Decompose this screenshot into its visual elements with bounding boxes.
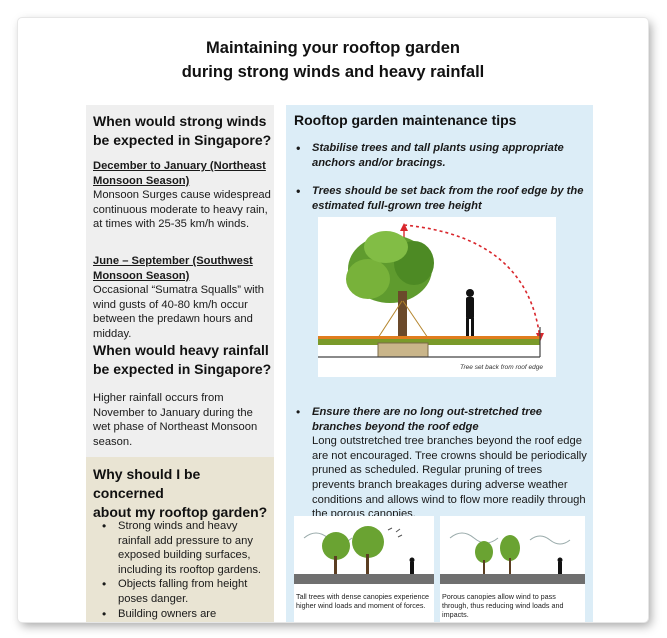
rain-heading-line-1: When would heavy rainfall [93,342,269,358]
tips-list-top: Stabilise trees and tall plants using ap… [292,141,587,213]
rain-heading: When would heavy rainfall be expected in… [93,341,273,379]
concern-panel: Why should I be concerned about my rooft… [86,457,274,622]
rain-text: Higher rainfall occurs from November to … [93,392,258,448]
wind-swirl-icon [449,532,499,544]
maintenance-tips-panel: Rooftop garden maintenance tips Stabilis… [286,105,593,622]
tree-trunk [366,554,369,574]
concern-item: Objects falling from height poses danger… [98,577,266,606]
tip-branches-text: Long outstretched tree branches beyond t… [312,435,587,521]
tree-trunk [483,560,485,574]
concern-item: Building owners are responsible [98,607,266,622]
tips-heading: Rooftop garden maintenance tips [294,112,517,128]
ne-monsoon-text: Monsoon Surges cause widespread continuo… [93,189,271,231]
concern-list: Strong winds and heavy rainfall add pres… [98,519,266,622]
concern-item: Strong winds and heavy rainfall add pres… [98,519,266,577]
green-roof-layer [318,339,540,345]
winds-heading: When would strong winds be expected in S… [93,112,273,150]
tree-canopy [500,535,520,561]
ne-monsoon-label-line-2: Monsoon Season) [93,174,190,187]
sw-monsoon-label-line-2: Monsoon Season) [93,269,190,282]
porous-canopy-diagram: Porous canopies allow wind to pass throu… [440,516,585,622]
sw-monsoon-block: June – September (Southwest Monsoon Seas… [93,254,273,342]
winds-heading-line-1: When would strong winds [93,113,267,129]
ne-monsoon-label-line-1: December to January (Northeast [93,160,266,172]
guy-wire-right [402,300,431,342]
root-ball [377,342,429,358]
tree-trunk [398,291,407,339]
tips-list-bottom: Ensure there are no long out-stretched t… [292,405,587,522]
tree-canopy [352,526,384,558]
porous-canopy-illustration [440,532,585,584]
dense-canopy-illustration [294,526,434,584]
rain-heading-line-2: be expected in Singapore? [93,361,272,377]
tree-canopy-top [364,231,408,263]
concern-heading-line-1: Why should I be concerned [93,466,201,501]
info-sheet: Maintaining your rooftop garden during s… [18,18,648,622]
title-line-1: Maintaining your rooftop garden [206,39,460,57]
setback-illustration: Tree set back from roof edge [318,223,544,371]
setback-label: Tree set back from roof edge [460,364,543,371]
person-leg-left [466,318,469,336]
dense-canopy-diagram: Tall trees with dense canopies experienc… [294,516,434,622]
winds-heading-line-2: be expected in Singapore? [93,132,272,148]
ne-monsoon-block: December to January (Northeast Monsoon S… [93,159,273,232]
porous-canopy-caption: Porous canopies allow wind to pass throu… [442,592,564,619]
roof-surface-line [318,336,540,339]
tree-trunk [334,556,337,574]
person-body [558,562,562,574]
person-leg-right [471,318,474,336]
person-head [409,557,415,563]
tip-branches: Ensure there are no long out-stretched t… [292,405,587,522]
tree-trunk [509,558,511,574]
dense-canopy-caption: Tall trees with dense canopies experienc… [296,592,430,610]
setback-diagram: Tree set back from roof edge [318,217,556,377]
tip-branches-title: Ensure there are no long out-stretched t… [312,406,543,433]
sw-monsoon-label-line-1: June – September (Southwest [93,255,253,267]
page-title: Maintaining your rooftop garden during s… [18,36,648,84]
person-body [410,562,414,574]
person-head [466,289,474,297]
height-arrowhead [400,223,408,231]
sw-monsoon-text: Occasional “Sumatra Squalls” with wind g… [93,284,264,340]
tree-canopy-left [346,259,390,299]
tip-anchors: Stabilise trees and tall plants using ap… [292,141,587,170]
person-head [557,557,563,563]
tree-canopy [322,532,350,560]
concern-heading: Why should I be concerned about my rooft… [93,465,273,522]
tree-canopy [475,541,493,563]
building-slab [440,574,585,584]
title-line-2: during strong winds and heavy rainfall [181,63,485,81]
winds-rain-panel: When would strong winds be expected in S… [86,105,274,461]
person-body [466,297,474,319]
building-slab [294,574,434,584]
tip-setback: Trees should be set back from the roof e… [292,184,587,213]
flying-debris-icon [387,527,403,538]
wind-swirl-icon [529,535,571,545]
